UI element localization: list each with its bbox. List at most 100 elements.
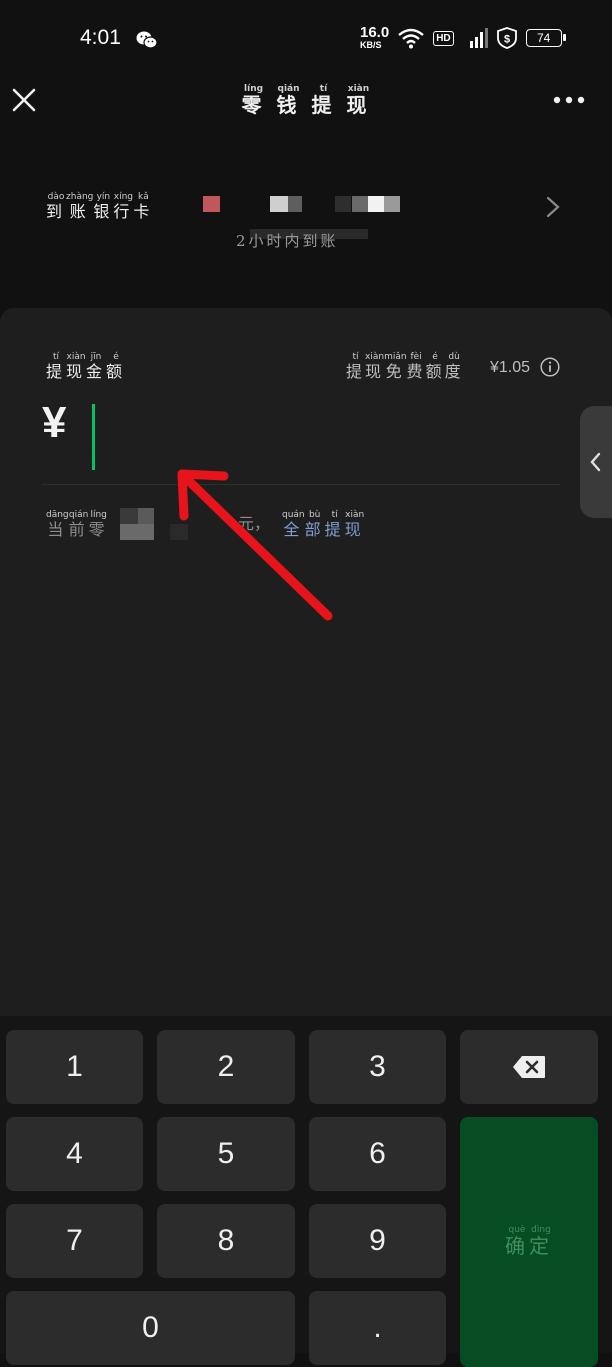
title-pinyin-1: qián — [276, 84, 301, 94]
shield-dollar-icon: $ — [496, 27, 517, 49]
hd-badge: HD — [433, 30, 454, 46]
currency-symbol: ¥ — [42, 398, 67, 447]
key-7[interactable]: 7 — [6, 1204, 143, 1278]
confirm-pinyin-0: què — [505, 1225, 529, 1235]
key-6[interactable]: 6 — [309, 1117, 446, 1191]
bank-name-redacted-2 — [288, 196, 302, 212]
free-quota-amount: ¥1.05 — [490, 359, 531, 376]
bank-pinyin-3: xíng — [113, 192, 134, 202]
bank-char-1: 账 — [66, 202, 94, 221]
key-5-label: 5 — [217, 1137, 235, 1170]
quota-char-2: 免 — [384, 362, 407, 381]
key-0[interactable]: 0 — [6, 1291, 295, 1365]
key-6-label: 6 — [369, 1137, 386, 1170]
page-title: 零líng 钱qián 提tí 现xiàn — [0, 84, 612, 118]
chevron-right-icon[interactable] — [544, 196, 562, 218]
quota-char-3: 费 — [406, 362, 426, 381]
balance-redacted — [120, 508, 138, 524]
amount-char-2: 金 — [86, 362, 107, 381]
balance-char-1: 前 — [68, 520, 89, 539]
card-number-redacted-2 — [352, 196, 368, 212]
bank-char-2: 银 — [93, 202, 114, 221]
bank-name-redacted — [270, 196, 288, 212]
bank-pinyin-0: dào — [46, 192, 67, 202]
bank-pinyin-1: zhàng — [66, 192, 94, 202]
input-caret — [92, 404, 95, 470]
quota-pinyin-0: tí — [346, 352, 365, 362]
bank-char-3: 行 — [113, 202, 134, 221]
amount-char-3: 额 — [106, 362, 127, 381]
quota-char-5: 度 — [444, 362, 464, 381]
chevron-left-icon — [590, 452, 601, 472]
numeric-keypad: 1 2 3 4 5 6 7 8 9 确què 定dìng 0 . — [0, 1016, 612, 1367]
quota-pinyin-4: é — [425, 352, 445, 362]
confirm-char-0: 确 — [505, 1234, 529, 1258]
status-time: 4:01 — [80, 26, 121, 49]
title-char-1: 钱 — [276, 93, 301, 117]
free-quota-label: 提tí现xiàn免miǎn费fèi额é度dù — [346, 352, 464, 382]
amount-pinyin-0: tí — [46, 352, 66, 362]
bank-pinyin-4: kǎ — [133, 192, 154, 202]
amount-pinyin-3: é — [106, 352, 127, 362]
key-0-label: 0 — [142, 1311, 159, 1344]
key-decimal[interactable]: . — [309, 1291, 446, 1365]
bank-pinyin-2: yín — [93, 192, 114, 202]
key-9-label: 9 — [369, 1224, 386, 1257]
amount-char-1: 现 — [66, 362, 87, 381]
bank-char-4: 卡 — [133, 202, 154, 221]
confirm-button[interactable]: 确què 定dìng — [460, 1117, 598, 1367]
quota-char-1: 现 — [365, 362, 385, 381]
wifi-icon — [398, 28, 424, 49]
speed-value: 16.0 — [360, 24, 390, 41]
svg-text:$: $ — [504, 34, 510, 46]
key-3[interactable]: 3 — [309, 1030, 446, 1104]
card-number-redacted-3 — [368, 196, 384, 212]
key-7-label: 7 — [66, 1224, 83, 1257]
key-2[interactable]: 2 — [157, 1030, 295, 1104]
key-5[interactable]: 5 — [157, 1117, 295, 1191]
card-number-redacted-4 — [384, 196, 400, 212]
key-1[interactable]: 1 — [6, 1030, 143, 1104]
confirm-pinyin-1: dìng — [529, 1225, 553, 1235]
key-4[interactable]: 4 — [6, 1117, 143, 1191]
bank-logo-redacted — [203, 196, 220, 212]
title-char: 零líng — [242, 84, 266, 117]
key-8[interactable]: 8 — [157, 1204, 295, 1278]
balance-pinyin-2: líng — [88, 510, 109, 520]
key-2-label: 2 — [217, 1050, 235, 1083]
quota-pinyin-5: dù — [444, 352, 464, 362]
info-icon[interactable] — [540, 357, 560, 377]
withdraw-all-char-3: 现 — [344, 520, 365, 539]
bank-card-label: 到dào账zhàng银yín行xíng卡kǎ — [46, 192, 153, 222]
side-drawer-handle[interactable] — [580, 406, 612, 518]
amount-pinyin-1: xiàn — [66, 352, 87, 362]
title-pinyin-0: líng — [241, 84, 266, 94]
key-8-label: 8 — [217, 1224, 235, 1257]
key-decimal-label: . — [373, 1311, 382, 1344]
net-speed: 16.0 KB/S — [360, 24, 390, 50]
card-number-redacted — [335, 196, 351, 212]
key-3-label: 3 — [369, 1050, 386, 1083]
amount-input[interactable] — [88, 398, 558, 476]
more-options-icon[interactable] — [552, 90, 586, 110]
balance-pinyin-1: qián — [68, 510, 89, 520]
key-9[interactable]: 9 — [309, 1204, 446, 1278]
bank-char-0: 到 — [46, 202, 67, 221]
status-indicators: 16.0 KB/S HD $ 74 — [360, 24, 566, 50]
signal-icon — [469, 28, 488, 48]
arrival-time-text: 2小时内到账 — [236, 232, 339, 250]
current-balance-label: 当dāng前qián零líng — [46, 510, 109, 540]
confirm-char-1: 定 — [529, 1234, 553, 1258]
quota-char-0: 提 — [346, 362, 366, 381]
backspace-icon — [513, 1056, 545, 1078]
quota-char-4: 额 — [425, 362, 445, 381]
key-4-label: 4 — [66, 1137, 83, 1170]
backspace-key[interactable] — [460, 1030, 598, 1104]
amount-label: 提tí现xiàn金jīn额é — [46, 352, 126, 382]
annotation-arrow — [177, 469, 333, 621]
key-1-label: 1 — [66, 1050, 83, 1083]
battery-level: 74 — [536, 31, 551, 45]
title-char-2: 提 — [311, 93, 336, 117]
quota-pinyin-3: fèi — [406, 352, 426, 362]
balance-pinyin-0: dāng — [46, 510, 69, 520]
